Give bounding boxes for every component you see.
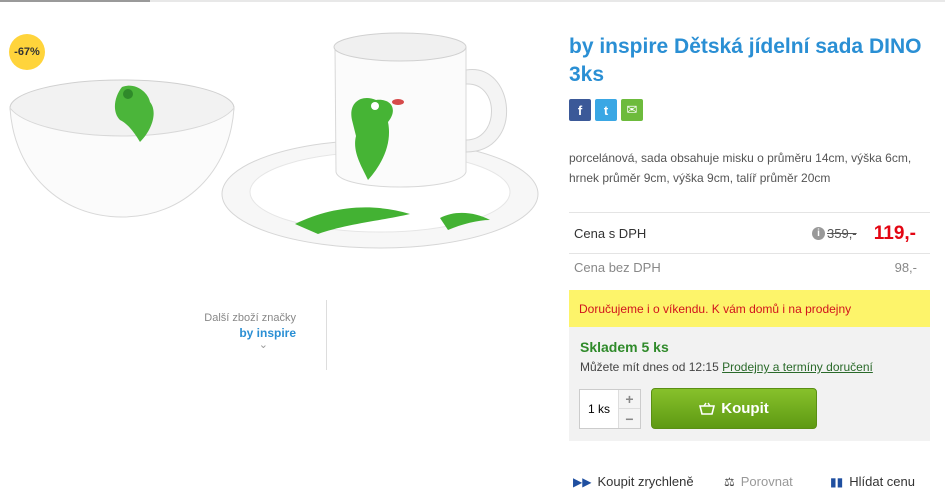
quantity-plus-button[interactable]: + (618, 390, 640, 409)
current-price: 119,- (873, 223, 916, 244)
stores-delivery-link[interactable]: Prodejny a termíny doručení (722, 360, 873, 374)
price-with-vat-label: Cena s DPH (574, 226, 647, 241)
quick-buy-label: Koupit zrychleně (597, 474, 694, 489)
product-actions: ▶▶ Koupit zrychleně ⚖ Porovnat ▮▮ Hlídat… (569, 474, 939, 494)
price-without-vat-row: Cena bez DPH 98,- (569, 254, 930, 280)
watch-price-label: Hlídat cenu (849, 474, 915, 489)
compare-label: Porovnat (740, 474, 793, 489)
quick-buy-action[interactable]: ▶▶ Koupit zrychleně (573, 474, 694, 489)
basket-icon (699, 402, 716, 415)
product-description: porcelánová, sada obsahuje misku o průmě… (569, 151, 912, 185)
info-icon[interactable]: i (812, 227, 825, 240)
facebook-icon[interactable]: f (569, 99, 591, 121)
brand-link-box[interactable]: Další zboží značky by inspire ⌄ (200, 300, 327, 370)
stock-note: Můžete mít dnes od 12:15 Prodejny a term… (580, 360, 873, 374)
product-gallery[interactable]: -67% (0, 2, 550, 302)
price-without-vat-label: Cena bez DPH (574, 260, 661, 275)
email-icon[interactable]: ✉ (621, 99, 643, 121)
price-without-vat: 98,- (894, 260, 917, 275)
price-with-vat-row: Cena s DPH i 359,- 119,- (569, 212, 930, 254)
delivery-banner: Doručujeme i o víkendu. K vám domů i na … (569, 290, 930, 327)
share-bar: f t ✉ (569, 99, 643, 121)
twitter-icon[interactable]: t (595, 99, 617, 121)
fast-forward-icon: ▶▶ (573, 474, 592, 489)
bar-chart-icon: ▮▮ (830, 474, 844, 489)
brand-more-label: Další zboží značky (204, 312, 296, 324)
stock-note-text: Můžete mít dnes od 12:15 (580, 360, 719, 374)
stock-status: Skladem 5 ks (580, 339, 669, 355)
buy-button-label: Koupit (721, 400, 769, 417)
scales-icon: ⚖ (724, 474, 735, 489)
watch-price-action[interactable]: ▮▮ Hlídat cenu (830, 474, 915, 489)
quantity-input[interactable] (580, 390, 618, 428)
product-image[interactable] (0, 2, 550, 302)
buy-button[interactable]: Koupit (651, 388, 817, 429)
old-price: 359,- (827, 226, 857, 241)
discount-badge: -67% (9, 34, 45, 70)
buy-box: Skladem 5 ks Můžete mít dnes od 12:15 Pr… (569, 327, 930, 441)
quantity-minus-button[interactable]: − (618, 409, 640, 428)
compare-action[interactable]: ⚖ Porovnat (724, 474, 793, 489)
product-title: by inspire Dětská jídelní sada DINO 3ks (569, 35, 922, 86)
quantity-stepper: + − (579, 389, 641, 429)
